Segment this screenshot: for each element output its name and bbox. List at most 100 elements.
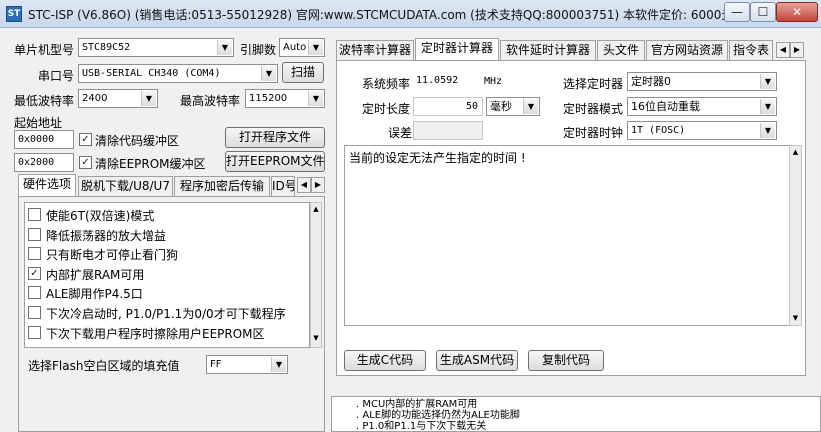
maximize-button[interactable]: ☐ — [750, 2, 776, 22]
port-label: 串口号 — [38, 69, 75, 83]
max-baud-label: 最高波特率 — [180, 94, 241, 108]
timer-mode-select[interactable]: 16位自动重载 ▼ — [627, 97, 777, 116]
pin-count-value: Auto — [283, 42, 307, 53]
code-output-area[interactable]: 当前的设定无法产生指定的时间 ! — [344, 145, 790, 326]
option-checkbox[interactable]: ✓ — [28, 266, 41, 280]
clear-eeprom-checkbox[interactable]: ✓ — [79, 156, 92, 169]
min-baud-select[interactable]: 2400 ▼ — [78, 89, 158, 108]
info-log-area[interactable]: . MCU内部的扩展RAM可用. ALE脚的功能选择仍然为ALE功能脚. P1.… — [331, 396, 821, 432]
tab-hardware-options[interactable]: 硬件选项 — [18, 174, 76, 197]
fill-value: FF — [210, 359, 222, 370]
tab-scroll-right-icon[interactable]: ▶ — [311, 177, 325, 193]
chevron-down-icon: ▼ — [523, 99, 538, 114]
chevron-down-icon: ▼ — [217, 40, 232, 55]
clear-code-label: 清除代码缓冲区 — [95, 134, 180, 148]
app-icon: ST — [6, 6, 22, 22]
clear-eeprom-label: 清除EEPROM缓冲区 — [95, 157, 206, 171]
options-scrollbar[interactable]: ▲ ▼ — [310, 202, 322, 348]
timer-mode-label: 定时器模式 — [563, 102, 624, 116]
tab-baud-calculator[interactable]: 波特率计算器 — [336, 40, 414, 61]
scan-button[interactable]: 扫描 — [282, 62, 324, 83]
chevron-down-icon: ▼ — [271, 357, 286, 372]
code-output-text: 当前的设定无法产生指定的时间 ! — [349, 151, 526, 165]
open-program-button[interactable]: 打开程序文件 — [225, 127, 325, 148]
generate-c-button[interactable]: 生成C代码 — [344, 350, 426, 371]
code-address-field[interactable]: 0x0000 — [14, 130, 74, 149]
timer-select-value: 定时器0 — [631, 75, 671, 88]
tab-delay-calculator[interactable]: 软件延时计算器 — [500, 40, 596, 61]
timer-clock-label: 定时器时钟 — [563, 126, 624, 140]
system-frequency-field[interactable]: 11.0592 — [413, 72, 480, 91]
code-output-scrollbar[interactable]: ▲ ▼ — [789, 145, 802, 326]
error-field — [413, 121, 483, 140]
fill-value-select[interactable]: FF ▼ — [206, 355, 288, 374]
pin-count-select[interactable]: Auto ▼ — [279, 38, 325, 57]
timer-unit-value: 毫秒 — [490, 100, 512, 113]
fill-value-label: 选择Flash空白区域的填充值 — [28, 359, 180, 373]
clear-code-checkbox[interactable]: ✓ — [79, 133, 92, 146]
tab-scroll-left-icon[interactable]: ◀ — [776, 42, 790, 58]
port-select[interactable]: USB-SERIAL CH340 (COM4) ▼ — [78, 64, 278, 83]
option-checkbox[interactable] — [28, 247, 41, 261]
timer-mode-value: 16位自动重载 — [631, 100, 700, 113]
tab-header-files[interactable]: 头文件 — [597, 40, 645, 61]
min-baud-value: 2400 — [82, 93, 108, 104]
option-checkbox[interactable] — [28, 227, 41, 241]
eeprom-address-field[interactable]: 0x2000 — [14, 153, 74, 172]
pin-count-label: 引脚数 — [240, 43, 277, 57]
tab-encrypted-transfer[interactable]: 程序加密后传输 — [174, 176, 270, 197]
tab-timer-calculator[interactable]: 定时器计算器 — [415, 38, 499, 61]
option-label: 内部扩展RAM可用 — [46, 267, 145, 282]
info-line: . MCU内部的扩展RAM可用 — [356, 399, 478, 410]
tab-official-resources[interactable]: 官方网站资源 — [646, 40, 728, 61]
option-label: 下次冷启动时, P1.0/P1.1为0/0才可下载程序 — [46, 307, 286, 321]
window-title: STC-ISP (V6.86O) (销售电话:0513-55012928) 官网… — [28, 8, 762, 22]
timer-clock-select[interactable]: 1T (FOSC) ▼ — [627, 121, 777, 140]
option-checkbox[interactable] — [28, 325, 41, 339]
chevron-down-icon: ▼ — [760, 123, 775, 138]
info-log-lines: . MCU内部的扩展RAM可用. ALE脚的功能选择仍然为ALE功能脚. P1.… — [356, 399, 520, 432]
scroll-down-icon[interactable]: ▼ — [312, 333, 320, 343]
chevron-down-icon: ▼ — [261, 66, 276, 81]
start-address-label: 起始地址 — [14, 116, 63, 130]
title-bar[interactable]: ST STC-ISP (V6.86O) (销售电话:0513-55012928)… — [0, 0, 821, 28]
info-line: . ALE脚的功能选择仍然为ALE功能脚 — [356, 410, 520, 421]
mcu-type-select[interactable]: STC89C52 ▼ — [78, 38, 234, 57]
generate-asm-button[interactable]: 生成ASM代码 — [436, 350, 518, 371]
max-baud-select[interactable]: 115200 ▼ — [245, 89, 325, 108]
tab-offline-download[interactable]: 脱机下载/U8/U7 — [78, 176, 173, 197]
timer-unit-select[interactable]: 毫秒 ▼ — [486, 97, 540, 116]
chevron-down-icon: ▼ — [141, 91, 156, 106]
minimize-button[interactable]: — — [724, 2, 750, 22]
option-label: ALE脚用作P4.5口 — [46, 287, 143, 302]
copy-code-button[interactable]: 复制代码 — [528, 350, 604, 371]
min-baud-label: 最低波特率 — [14, 94, 75, 108]
tab-id[interactable]: ID号 — [271, 176, 295, 197]
system-frequency-label: 系统频率 — [362, 77, 411, 91]
tab-scroll-left-icon[interactable]: ◀ — [297, 177, 311, 193]
tab-instruction-table[interactable]: 指令表 — [729, 40, 773, 61]
scroll-up-icon[interactable]: ▲ — [791, 147, 800, 157]
chevron-down-icon: ▼ — [760, 74, 775, 89]
chevron-down-icon: ▼ — [308, 40, 323, 55]
timer-length-field[interactable]: 50 — [413, 97, 483, 116]
max-baud-value: 115200 — [249, 93, 288, 104]
timer-length-label: 定时长度 — [362, 102, 411, 116]
timer-clock-value: 1T (FOSC) — [631, 125, 686, 136]
timer-select[interactable]: 定时器0 ▼ — [627, 72, 777, 91]
scroll-up-icon[interactable]: ▲ — [312, 204, 320, 214]
option-label: 下次下载用户程序时擦除用户EEPROM区 — [46, 326, 265, 341]
mcu-type-label: 单片机型号 — [14, 43, 75, 57]
tab-scroll-right-icon[interactable]: ▶ — [790, 42, 804, 58]
open-eeprom-button[interactable]: 打开EEPROM文件 — [225, 151, 325, 172]
close-button[interactable]: ✕ — [776, 2, 818, 22]
chevron-down-icon: ▼ — [760, 99, 775, 114]
port-value: USB-SERIAL CH340 (COM4) — [82, 68, 221, 79]
option-checkbox[interactable] — [28, 208, 41, 221]
option-label: 降低振荡器的放大增益 — [46, 228, 167, 243]
option-label: 使能6T(双倍速)模式 — [46, 209, 155, 223]
option-checkbox[interactable] — [28, 286, 41, 300]
scroll-down-icon[interactable]: ▼ — [791, 313, 800, 323]
option-checkbox[interactable] — [28, 306, 41, 319]
info-line: . P1.0和P1.1与下次下载无关 — [356, 421, 487, 432]
